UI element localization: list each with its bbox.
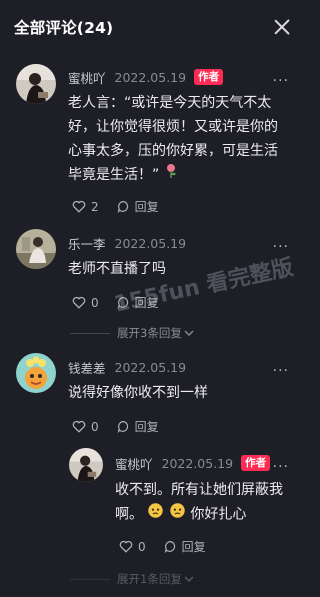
expand-replies-button[interactable]: 展开1条回复: [70, 571, 194, 587]
reply-button[interactable]: 回复: [164, 538, 206, 555]
comments-header: 全部评论(24): [0, 0, 309, 54]
like-button[interactable]: 0: [72, 420, 99, 434]
like-button[interactable]: 0: [119, 540, 146, 554]
reply-label: 回复: [134, 200, 159, 214]
comments-panel: 全部评论(24) 蜜桃吖 2022.05.19 作者 ··· 老人言：“或许是今…: [0, 0, 309, 597]
comment-date: 2022.05.19: [161, 455, 234, 471]
chevron-down-icon: [184, 576, 194, 582]
expand-replies-label: 展开3条回复: [117, 326, 182, 340]
comment-text: 说得好像你收不到一样: [68, 385, 208, 401]
divider: [70, 578, 110, 580]
author-badge: 作者: [194, 69, 224, 85]
expand-replies-button[interactable]: 展开3条回复: [70, 325, 194, 341]
comment-date: 2022.05.19: [114, 235, 187, 251]
reply-label: 回复: [134, 296, 159, 310]
reply-bubble-icon: [164, 541, 175, 553]
reply-bubble-icon: [117, 421, 128, 433]
comment-date: 2022.05.19: [114, 359, 187, 375]
avatar[interactable]: [16, 353, 56, 393]
reply-button[interactable]: 回复: [117, 294, 159, 311]
sweat-emoji-icon: [147, 502, 164, 527]
more-options-icon[interactable]: ···: [273, 460, 289, 474]
heart-icon: [72, 200, 86, 213]
avatar[interactable]: [16, 229, 56, 269]
comment-date: 2022.05.19: [114, 69, 187, 85]
reply-button[interactable]: 回复: [117, 198, 159, 215]
close-icon[interactable]: [273, 18, 291, 36]
like-count: 0: [91, 295, 99, 310]
rose-emoji-icon: [164, 163, 178, 187]
reply-bubble-icon: [117, 201, 128, 213]
avatar[interactable]: [69, 448, 103, 482]
reply-label: 回复: [134, 420, 159, 434]
reply-label: 回复: [181, 540, 206, 554]
like-button[interactable]: 0: [72, 296, 99, 310]
more-options-icon[interactable]: ···: [273, 240, 289, 254]
like-count: 0: [138, 539, 146, 554]
more-options-icon[interactable]: ···: [273, 74, 289, 88]
more-options-icon[interactable]: ···: [273, 364, 289, 378]
comment-text: 老人言：“或许是今天的天气不太 好，让你觉得很烦！又或许是你的 心事太多，压的你…: [68, 91, 303, 187]
reply-bubble-icon: [117, 297, 128, 309]
like-count: 0: [91, 419, 99, 434]
comment-text: 老师不直播了吗: [68, 261, 166, 277]
comment-username[interactable]: 蜜桃吖: [115, 454, 153, 473]
divider: [70, 332, 110, 334]
chevron-down-icon: [184, 330, 194, 336]
sweat-emoji-icon: [169, 502, 186, 527]
comment-username[interactable]: 乐一李: [68, 234, 106, 253]
expand-replies-label: 展开1条回复: [117, 572, 182, 586]
heart-icon: [72, 420, 86, 433]
author-badge: 作者: [241, 455, 271, 471]
comment-username[interactable]: 蜜桃吖: [68, 68, 106, 87]
heart-icon: [72, 296, 86, 309]
comment-text: 收不到。所有让她们屏蔽我 啊。 你好扎心: [115, 478, 300, 527]
comment-username[interactable]: 钱差差: [68, 358, 106, 377]
avatar[interactable]: [16, 64, 56, 104]
comments-title: 全部评论(24): [14, 19, 114, 37]
heart-icon: [119, 540, 133, 553]
like-count: 2: [91, 199, 99, 214]
reply-button[interactable]: 回复: [117, 418, 159, 435]
like-button[interactable]: 2: [72, 200, 99, 214]
